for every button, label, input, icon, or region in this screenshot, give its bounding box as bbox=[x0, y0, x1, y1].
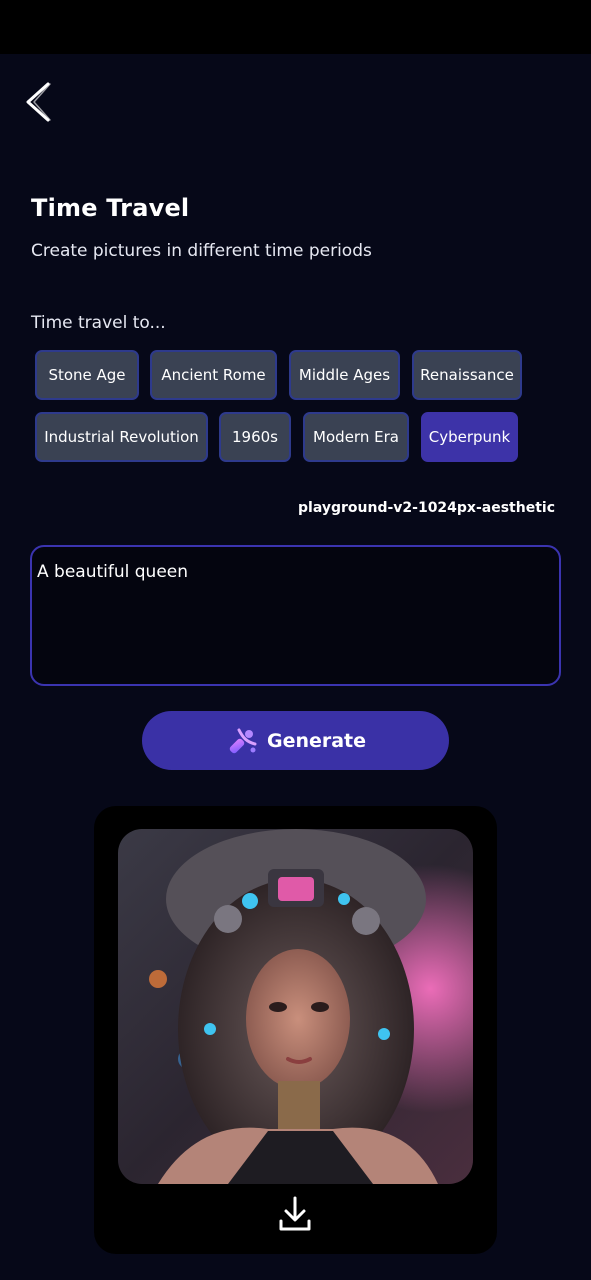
era-section-label: Time travel to... bbox=[31, 313, 166, 333]
download-button[interactable] bbox=[278, 1195, 312, 1233]
page-subtitle: Create pictures in different time period… bbox=[31, 241, 372, 261]
era-chip-label: Stone Age bbox=[48, 366, 126, 384]
era-chip-modern-era[interactable]: Modern Era bbox=[303, 412, 409, 462]
status-bar bbox=[0, 0, 591, 54]
prompt-input[interactable]: A beautiful queen bbox=[30, 545, 561, 686]
back-button[interactable] bbox=[22, 80, 58, 124]
era-chip-label: Ancient Rome bbox=[161, 366, 266, 384]
era-chip-label: Cyberpunk bbox=[428, 428, 511, 446]
result-card bbox=[94, 806, 497, 1254]
era-chip-label: 1960s bbox=[232, 428, 278, 446]
era-chip-label: Modern Era bbox=[313, 428, 399, 446]
model-name: playground-v2-1024px-aesthetic bbox=[298, 500, 555, 516]
era-chip-renaissance[interactable]: Renaissance bbox=[412, 350, 522, 400]
era-chip-ancient-rome[interactable]: Ancient Rome bbox=[150, 350, 277, 400]
era-chip-label: Middle Ages bbox=[298, 366, 391, 384]
era-chip-stone-age[interactable]: Stone Age bbox=[35, 350, 139, 400]
generate-button[interactable]: Generate bbox=[142, 711, 449, 770]
generate-label: Generate bbox=[266, 729, 367, 752]
generated-image[interactable] bbox=[118, 829, 473, 1184]
era-chip-1960s[interactable]: 1960s bbox=[219, 412, 291, 462]
era-chip-label: Renaissance bbox=[420, 366, 514, 384]
era-chip-label: Industrial Revolution bbox=[44, 428, 199, 446]
era-chip-cyberpunk[interactable]: Cyberpunk bbox=[421, 412, 518, 462]
era-chip-middle-ages[interactable]: Middle Ages bbox=[289, 350, 400, 400]
page-title: Time Travel bbox=[31, 194, 190, 222]
era-chip-industrial-revolution[interactable]: Industrial Revolution bbox=[35, 412, 208, 462]
download-icon bbox=[279, 1196, 311, 1231]
chevron-left-icon bbox=[26, 82, 51, 122]
magic-wand-icon bbox=[229, 728, 257, 753]
